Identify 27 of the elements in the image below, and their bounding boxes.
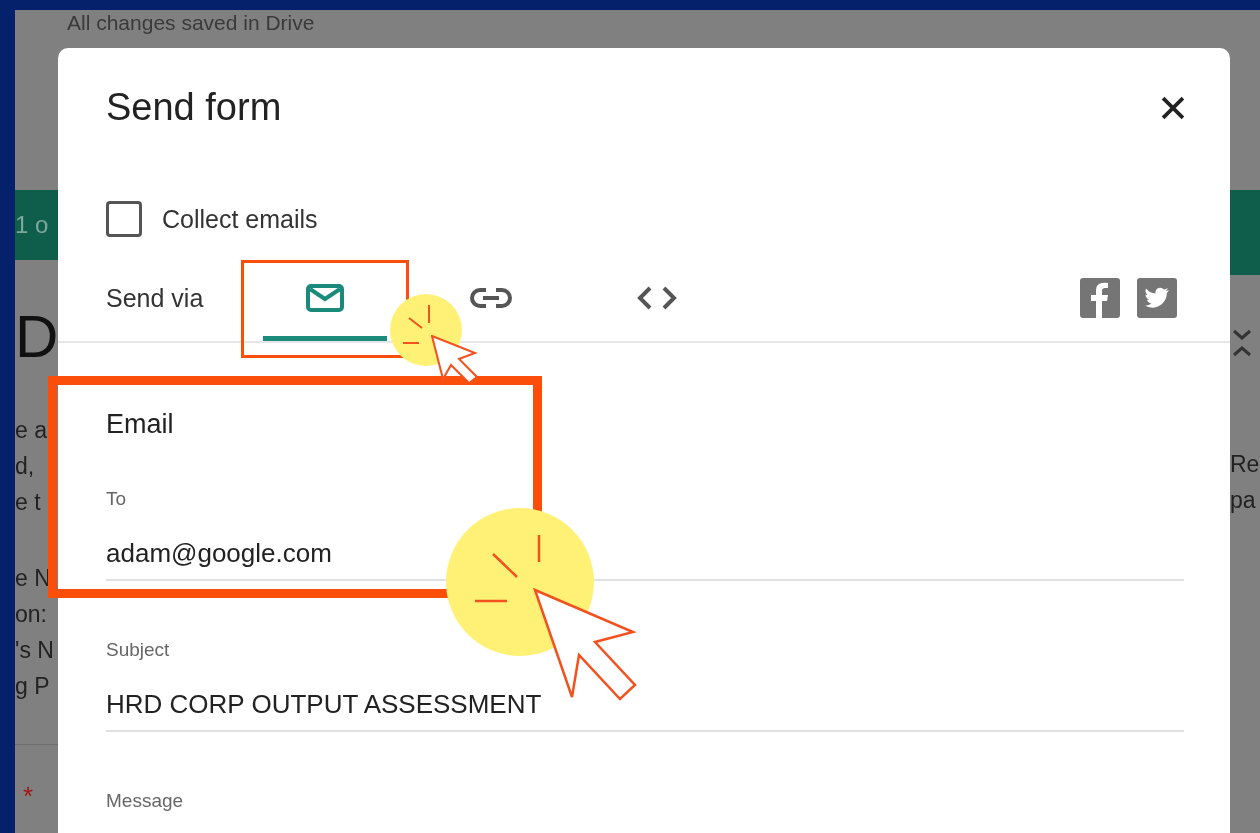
- description-text: 's N: [15, 636, 55, 665]
- envelope-icon: [305, 283, 345, 313]
- field-label: To: [106, 488, 128, 510]
- required-mark: *: [22, 781, 35, 812]
- link-icon: [470, 286, 512, 310]
- section-heading: Email: [106, 409, 175, 440]
- description-text: e a: [15, 416, 48, 445]
- checkbox[interactable]: [106, 201, 142, 237]
- description-text: Re: [1230, 450, 1260, 479]
- send-via-label: Send via: [106, 283, 205, 313]
- field-label: Message: [106, 790, 185, 812]
- checkbox-label: Collect emails: [162, 204, 318, 234]
- code-brackets-icon: [636, 285, 678, 311]
- description-text: d,: [15, 452, 36, 481]
- twitter-share-icon[interactable]: [1137, 278, 1177, 318]
- form-title-fragment: D: [15, 302, 58, 372]
- field-label: Subject: [106, 639, 171, 661]
- input-field[interactable]: HRD CORP OUTPUT ASSESSMENT: [106, 689, 1184, 732]
- description-text: on:: [15, 600, 48, 629]
- description-text: e t: [15, 488, 42, 517]
- cursor-arrow-icon: [431, 335, 479, 385]
- facebook-share-icon[interactable]: [1080, 278, 1120, 318]
- save-status: All changes saved in Drive: [66, 10, 316, 36]
- description-text: g P: [15, 672, 51, 701]
- dialog-title: Send form: [106, 86, 283, 129]
- description-text: pa: [1230, 486, 1257, 515]
- section-counter: 1 o: [15, 211, 49, 239]
